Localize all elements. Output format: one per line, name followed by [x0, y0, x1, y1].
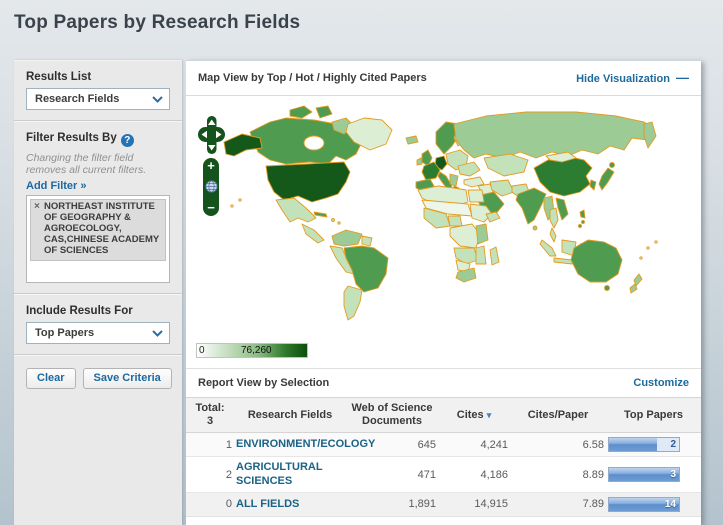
- help-icon[interactable]: ?: [120, 134, 134, 147]
- legend-max-value: 76,260: [241, 345, 272, 356]
- top-papers-cell: 2: [606, 432, 701, 458]
- column-research-fields: Research Fields: [234, 396, 346, 434]
- total-label: Total:: [195, 402, 225, 414]
- collapse-icon[interactable]: —: [676, 70, 689, 85]
- clear-button[interactable]: Clear: [26, 368, 76, 390]
- cites-per-paper-cell: 6.58: [510, 432, 606, 458]
- customize-link[interactable]: Customize: [633, 377, 689, 389]
- hide-visualization-control[interactable]: Hide Visualization —: [576, 69, 689, 87]
- map-view-title: Map View by Top / Hot / Highly Cited Pap…: [198, 72, 427, 84]
- top-papers-value: 2: [670, 439, 676, 451]
- cites-cell: 4,241: [438, 432, 510, 458]
- map-pan-control[interactable]: [198, 116, 225, 154]
- main-panel: Map View by Top / Hot / Highly Cited Pap…: [186, 60, 701, 525]
- report-view-title: Report View by Selection: [198, 377, 330, 389]
- top-papers-bar[interactable]: 3: [608, 467, 680, 483]
- filter-by-section: Filter Results By? Changing the filter f…: [14, 122, 182, 293]
- report-header: Report View by Selection Customize: [186, 368, 701, 397]
- remove-filter-icon[interactable]: ×: [34, 201, 40, 213]
- results-list-label: Results List: [26, 71, 92, 83]
- field-link[interactable]: ALL FIELDS: [236, 498, 299, 511]
- column-cites-per-paper: Cites/Paper: [510, 396, 606, 434]
- total-header: Total: 3: [186, 396, 234, 434]
- cites-cell: 14,915: [438, 492, 510, 517]
- results-list-section: Results List Research Fields: [14, 61, 182, 120]
- filter-by-label-text: Filter Results By: [26, 132, 117, 144]
- include-results-dropdown[interactable]: Top Papers: [26, 322, 170, 345]
- bar-fill: [609, 438, 657, 452]
- active-filter-box: × NORTHEAST INSTITUTE OF GEOGRAPHY & AGR…: [26, 195, 170, 284]
- results-list-selected: Research Fields: [35, 93, 120, 105]
- map-legend: 0 76,260: [196, 343, 308, 358]
- cites-per-paper-cell: 7.89: [510, 492, 606, 517]
- cites-cell: 4,186: [438, 456, 510, 493]
- table-row: 1 ENVIRONMENT/ECOLOGY 645 4,241 6.58 2: [186, 432, 701, 458]
- country-australia: [570, 239, 623, 283]
- zoom-out-button[interactable]: −: [207, 201, 215, 214]
- table-row: 0 ALL FIELDS 1,891 14,915 7.89 14: [186, 492, 701, 517]
- report-table: Total: 3 Research Fields Web of Science …: [186, 396, 701, 517]
- chevron-down-icon: [152, 329, 163, 337]
- column-cites-sortable[interactable]: Cites ▾: [438, 396, 510, 434]
- bar-fill: [609, 468, 679, 482]
- add-filter-link[interactable]: Add Filter »: [26, 180, 170, 192]
- field-cell: ENVIRONMENT/ECOLOGY: [234, 432, 375, 458]
- cites-label: Cites: [456, 408, 484, 421]
- world-choropleth-map[interactable]: [186, 96, 701, 368]
- documents-cell: 1,891: [346, 492, 438, 517]
- documents-cell: 471: [346, 456, 438, 493]
- hide-visualization-link[interactable]: Hide Visualization: [576, 73, 670, 85]
- cites-per-paper-cell: 8.89: [510, 456, 606, 493]
- country-russia: [453, 111, 655, 159]
- rank-cell: 2: [186, 456, 234, 493]
- filter-tag[interactable]: × NORTHEAST INSTITUTE OF GEOGRAPHY & AGR…: [30, 199, 166, 261]
- results-list-dropdown[interactable]: Research Fields: [26, 88, 170, 110]
- total-value: 3: [206, 415, 214, 428]
- rank-cell: 1: [186, 432, 234, 458]
- include-results-label: Include Results For: [26, 305, 133, 318]
- map-countries[interactable]: [205, 105, 658, 321]
- field-link[interactable]: AGRICULTURAL SCIENCES: [236, 461, 344, 487]
- column-top-papers: Top Papers: [606, 396, 701, 434]
- world-map-visualization[interactable]: + − 0 76,260: [186, 96, 701, 368]
- field-cell: ALL FIELDS: [234, 492, 346, 517]
- include-results-selected: Top Papers: [35, 327, 95, 340]
- save-criteria-button[interactable]: Save Criteria: [82, 368, 172, 390]
- top-papers-bar[interactable]: 2: [608, 437, 680, 453]
- country-alaska: [223, 133, 263, 157]
- filter-tag-text: NORTHEAST INSTITUTE OF GEOGRAPHY & AGROE…: [44, 201, 160, 256]
- filter-note: Changing the filter field removes all cu…: [26, 152, 147, 177]
- top-papers-bar[interactable]: 14: [608, 496, 680, 512]
- top-papers-cell: 14: [606, 492, 701, 517]
- country-south-korea: [589, 179, 597, 191]
- column-documents: Web of Science Documents: [346, 396, 438, 434]
- top-papers-cell: 3: [606, 456, 701, 493]
- map-zoom-control[interactable]: + −: [203, 158, 219, 216]
- field-cell: AGRICULTURAL SCIENCES: [234, 456, 346, 493]
- top-papers-value: 14: [664, 498, 676, 510]
- globe-icon[interactable]: [204, 180, 218, 193]
- zoom-in-button[interactable]: +: [207, 159, 215, 172]
- field-link[interactable]: ENVIRONMENT/ECOLOGY: [236, 438, 375, 451]
- table-row: 2 AGRICULTURAL SCIENCES 471 4,186 8.89 3: [186, 456, 701, 493]
- include-results-section: Include Results For Top Papers: [14, 295, 182, 354]
- top-papers-value: 3: [670, 469, 676, 481]
- page-title: Top Papers by Research Fields: [14, 12, 301, 33]
- rank-cell: 0: [186, 492, 234, 517]
- legend-min-value: 0: [199, 345, 205, 356]
- chevron-down-icon: [152, 95, 163, 103]
- country-india: [515, 187, 547, 225]
- map-panel-header: Map View by Top / Hot / Highly Cited Pap…: [186, 61, 701, 96]
- sidebar-buttons: Clear Save Criteria: [14, 356, 182, 390]
- country-usa: [265, 161, 351, 203]
- country-japan: [598, 167, 615, 191]
- filter-by-label: Filter Results By?: [26, 132, 170, 147]
- sort-arrow-icon: ▾: [486, 409, 492, 420]
- filters-sidebar: Results List Research Fields Filter Resu…: [14, 60, 182, 525]
